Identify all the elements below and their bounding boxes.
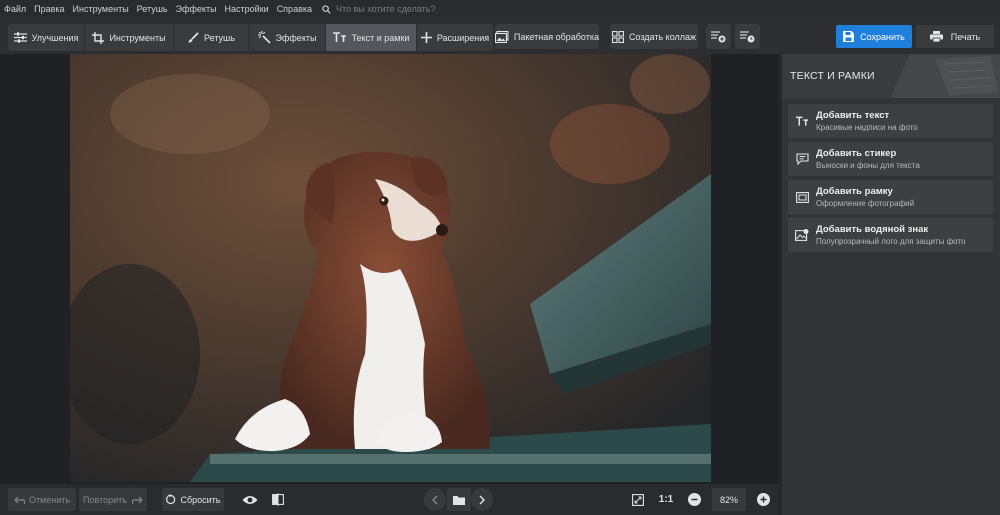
search-icon <box>322 4 331 14</box>
tab-retouch-label: Ретушь <box>204 32 235 43</box>
eye-icon <box>242 495 258 504</box>
menu-file[interactable]: Файл <box>0 4 30 14</box>
add-watermark-title: Добавить водяной знак <box>816 224 929 235</box>
actual-size-label: 1:1 <box>658 494 674 505</box>
redo-arrow-icon <box>131 496 143 504</box>
menu-effects[interactable]: Эффекты <box>172 4 221 14</box>
undo-button[interactable]: Отменить <box>8 488 76 511</box>
reset-label: Сбросить <box>180 494 221 505</box>
next-photo-button[interactable] <box>471 488 493 511</box>
tab-text-frames[interactable]: Текст и рамки <box>326 24 417 51</box>
save-label: Сохранить <box>860 31 905 42</box>
expand-icon <box>632 493 644 506</box>
add-text-item[interactable]: Добавить текст Красивые надписи на фото <box>788 104 993 138</box>
menu-edit[interactable]: Правка <box>30 4 68 14</box>
preview-toggle-button[interactable] <box>238 488 262 511</box>
add-watermark-subtitle: Полупрозрачный лого для защиты фото <box>816 237 966 246</box>
tab-effects-label: Эффекты <box>275 32 317 43</box>
bottom-toolbar: Отменить Повторить Сбросить 1:1 82% <box>0 484 778 515</box>
save-button[interactable]: Сохранить <box>836 25 912 48</box>
compare-split-button[interactable] <box>266 488 290 511</box>
add-text-subtitle: Красивые надписи на фото <box>816 123 918 132</box>
undo-arrow-icon <box>14 496 25 504</box>
panel-header: ТЕКСТ И РАМКИ <box>782 54 1000 98</box>
create-collage-label: Создать коллаж <box>628 31 697 42</box>
add-text-title: Добавить текст <box>816 110 890 121</box>
floppy-disk-icon <box>843 31 855 42</box>
chevron-right-icon <box>479 495 485 504</box>
collage-grid-icon <box>611 30 624 43</box>
menu-bar: Файл Правка Инструменты Ретушь Эффекты Н… <box>0 0 1000 18</box>
frame-icon <box>795 191 809 203</box>
sliders-icon <box>13 32 27 43</box>
fit-to-screen-button[interactable] <box>627 488 649 511</box>
tab-extensions[interactable]: Расширения <box>417 24 493 51</box>
tab-retouch[interactable]: Ретушь <box>174 24 249 51</box>
redo-button[interactable]: Повторить <box>79 488 147 511</box>
actual-size-button[interactable]: 1:1 <box>654 488 678 511</box>
menu-help[interactable]: Справка <box>273 4 316 14</box>
text-icon <box>795 116 808 126</box>
zoom-out-button[interactable] <box>684 488 704 511</box>
add-sticker-title: Добавить стикер <box>816 148 897 159</box>
magic-wand-icon <box>257 31 271 44</box>
speech-bubble-icon <box>795 153 809 165</box>
list-history-icon <box>740 31 755 43</box>
tab-text-frames-label: Текст и рамки <box>351 32 410 43</box>
undo-label: Отменить <box>28 494 71 505</box>
zoom-out-icon <box>687 493 701 506</box>
canvas-area[interactable] <box>0 54 778 484</box>
brush-icon <box>188 31 199 43</box>
tab-enhance[interactable]: Улучшения <box>8 24 85 51</box>
add-sticker-item[interactable]: Добавить стикер Выноски и фоны для текста <box>788 142 993 176</box>
list-add-icon <box>711 31 726 43</box>
redo-label: Повторить <box>83 494 127 505</box>
batch-images-icon <box>495 30 509 43</box>
reset-button[interactable]: Сбросить <box>162 488 224 511</box>
chevron-left-icon <box>432 495 438 504</box>
previous-photo-button[interactable] <box>424 488 446 511</box>
plus-icon <box>420 32 432 43</box>
zoom-in-button[interactable] <box>753 488 773 511</box>
photo-preview[interactable] <box>70 54 711 482</box>
add-frame-title: Добавить рамку <box>816 186 893 197</box>
batch-processing-label: Пакетная обработка <box>513 31 599 42</box>
zoom-level-field[interactable]: 82% <box>712 488 746 511</box>
menu-retouch[interactable]: Ретушь <box>133 4 172 14</box>
text-icon <box>332 32 346 42</box>
preset-add-button[interactable] <box>706 24 731 49</box>
add-frame-subtitle: Оформление фотографий <box>816 199 915 208</box>
search-box[interactable]: Что вы хотите сделать? <box>322 4 436 14</box>
right-panel: ТЕКСТ И РАМКИ Добавить текст Красивые над… <box>782 54 1000 515</box>
create-collage-button[interactable]: Создать коллаж <box>610 24 698 49</box>
zoom-in-icon <box>756 493 770 506</box>
print-label: Печать <box>950 31 981 42</box>
menu-tools[interactable]: Инструменты <box>69 4 133 14</box>
printer-icon <box>929 31 943 42</box>
header-decoration-image <box>890 54 1000 98</box>
reset-icon <box>166 494 176 505</box>
search-placeholder: Что вы хотите сделать? <box>336 4 436 14</box>
tab-tools-label: Инструменты <box>109 32 166 43</box>
menu-settings[interactable]: Настройки <box>221 4 273 14</box>
split-compare-icon <box>272 493 284 506</box>
add-watermark-item[interactable]: Добавить водяной знак Полупрозрачный лого… <box>788 218 993 252</box>
tab-bar: Улучшения Инструменты Ретушь Эффекты Тек… <box>8 24 493 51</box>
preset-history-button[interactable] <box>735 24 760 49</box>
tab-extensions-label: Расширения <box>436 32 490 43</box>
dog-photo-image <box>70 54 711 482</box>
watermark-icon <box>795 229 809 241</box>
tab-effects[interactable]: Эффекты <box>249 24 326 51</box>
open-folder-button[interactable] <box>447 488 471 511</box>
tab-tools[interactable]: Инструменты <box>85 24 174 51</box>
tab-enhance-label: Улучшения <box>31 32 79 43</box>
add-sticker-subtitle: Выноски и фоны для текста <box>816 161 920 170</box>
add-frame-item[interactable]: Добавить рамку Оформление фотографий <box>788 180 993 214</box>
batch-processing-button[interactable]: Пакетная обработка <box>495 24 599 49</box>
folder-icon <box>453 495 465 505</box>
crop-icon <box>92 31 105 44</box>
panel-title: ТЕКСТ И РАМКИ <box>790 70 875 82</box>
print-button[interactable]: Печать <box>916 25 994 48</box>
